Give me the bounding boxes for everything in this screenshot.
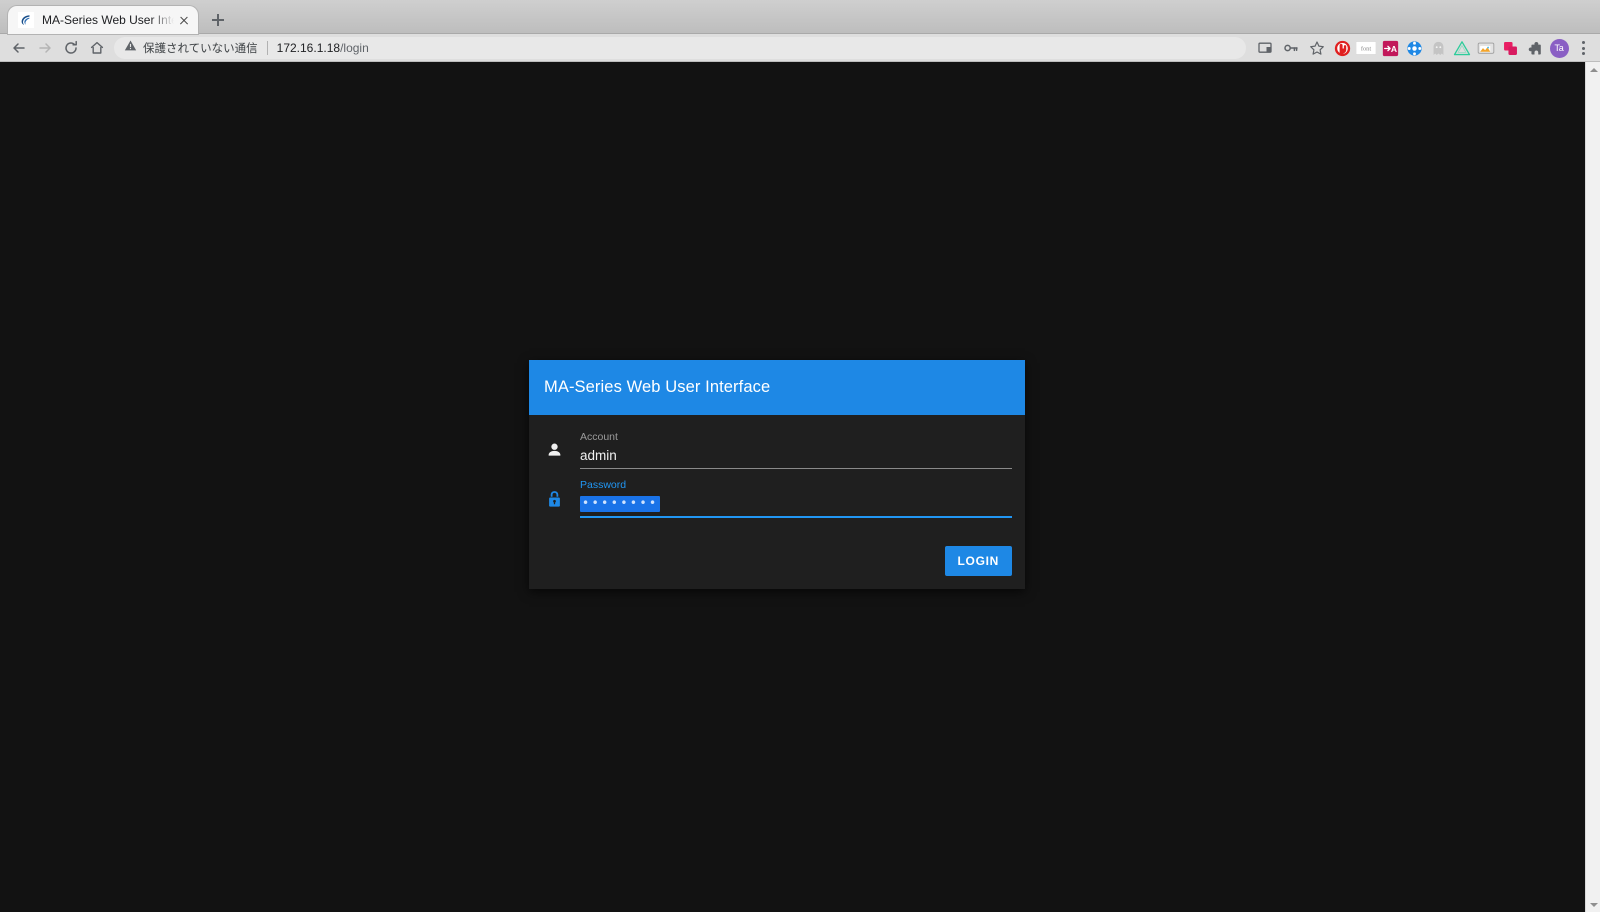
omnibox-separator <box>266 41 268 55</box>
browser-tab[interactable]: MA-Series Web User Inter <box>8 6 198 34</box>
cast-icon[interactable] <box>1252 35 1278 61</box>
page-scrollbar[interactable] <box>1585 62 1600 912</box>
new-tab-button[interactable] <box>204 6 232 34</box>
url-text: 172.16.1.18/login <box>277 41 369 55</box>
url-host: 172.16.1.18 <box>276 41 341 55</box>
browser-toolbar: 保護されていない通信 172.16.1.18/login font A Ta <box>0 34 1600 62</box>
page-background: MA-Series Web User Interface Account adm… <box>0 62 1585 912</box>
screenshot-extension-icon[interactable] <box>1474 36 1498 60</box>
lock-icon <box>542 482 566 516</box>
back-button[interactable] <box>6 35 32 61</box>
password-field-row: Password •••••••• <box>542 479 1012 518</box>
copy-extension-icon[interactable] <box>1498 36 1522 60</box>
browser-window: MA-Series Web User Inter 保護されていない通信 172.… <box>0 0 1600 912</box>
security-status-text: 保護されていない通信 <box>143 43 258 55</box>
scroll-down-icon <box>1589 902 1598 907</box>
kebab-dot <box>1581 52 1585 55</box>
account-label: Account <box>580 431 618 443</box>
account-input[interactable] <box>580 446 1012 469</box>
forward-button[interactable] <box>32 35 58 61</box>
chrome-menu-button[interactable] <box>1572 35 1594 61</box>
browser-viewport: MA-Series Web User Interface Account adm… <box>0 62 1600 912</box>
kebab-dot <box>1581 41 1585 44</box>
triangle-extension-icon[interactable] <box>1450 36 1474 60</box>
password-field: Password •••••••• <box>580 479 1012 518</box>
ublock-origin-icon[interactable] <box>1330 36 1354 60</box>
account-field-row: Account <box>542 431 1012 469</box>
crescent-favicon <box>18 12 34 28</box>
login-card: MA-Series Web User Interface Account adm… <box>529 360 1025 589</box>
scroll-up-icon <box>1589 67 1598 72</box>
warning-triangle-icon <box>124 39 137 57</box>
account-field: Account <box>580 431 1012 469</box>
url-path: /login <box>340 41 369 55</box>
login-card-footer: LOGIN <box>529 528 1025 589</box>
person-icon <box>542 433 566 467</box>
password-key-icon[interactable] <box>1278 35 1304 61</box>
avatar-initials: Ta <box>1549 38 1569 58</box>
ghost-extension-icon[interactable] <box>1426 36 1450 60</box>
bluetooth-extension-icon[interactable] <box>1402 36 1426 60</box>
web-page: MA-Series Web User Interface Account adm… <box>0 62 1585 912</box>
toolbar-icon-group: font A Ta <box>1252 35 1594 61</box>
address-bar[interactable]: 保護されていない通信 172.16.1.18/login <box>114 37 1246 59</box>
tab-close-icon[interactable] <box>176 12 192 28</box>
font-extension-icon[interactable]: font <box>1354 36 1378 60</box>
password-masked-value: •••••••• <box>580 496 660 512</box>
scroll-down-button[interactable] <box>1586 897 1600 912</box>
svg-text:A: A <box>1390 43 1396 53</box>
bookmark-star-icon[interactable] <box>1304 35 1330 61</box>
tab-title: MA-Series Web User Inter <box>42 13 174 27</box>
scroll-up-button[interactable] <box>1586 62 1600 77</box>
password-label: Password <box>580 479 627 491</box>
profile-avatar[interactable]: Ta <box>1546 35 1572 61</box>
login-card-body: Account admin Password •••••••• <box>529 415 1025 518</box>
kebab-dot <box>1581 46 1585 50</box>
tab-strip: MA-Series Web User Inter <box>0 0 1600 34</box>
login-card-header: MA-Series Web User Interface <box>529 360 1025 415</box>
page-title: MA-Series Web User Interface <box>544 378 771 396</box>
password-underline <box>580 516 1012 518</box>
svg-text:font: font <box>1361 46 1372 53</box>
login-button[interactable]: LOGIN <box>944 546 1012 576</box>
reload-button[interactable] <box>58 35 84 61</box>
home-button[interactable] <box>84 35 110 61</box>
not-secure-warning[interactable]: 保護されていない通信 <box>124 39 258 57</box>
translate-extension-icon[interactable]: A <box>1378 36 1402 60</box>
password-input[interactable]: •••••••• <box>580 494 1012 518</box>
puzzle-extensions-icon[interactable] <box>1522 36 1546 60</box>
